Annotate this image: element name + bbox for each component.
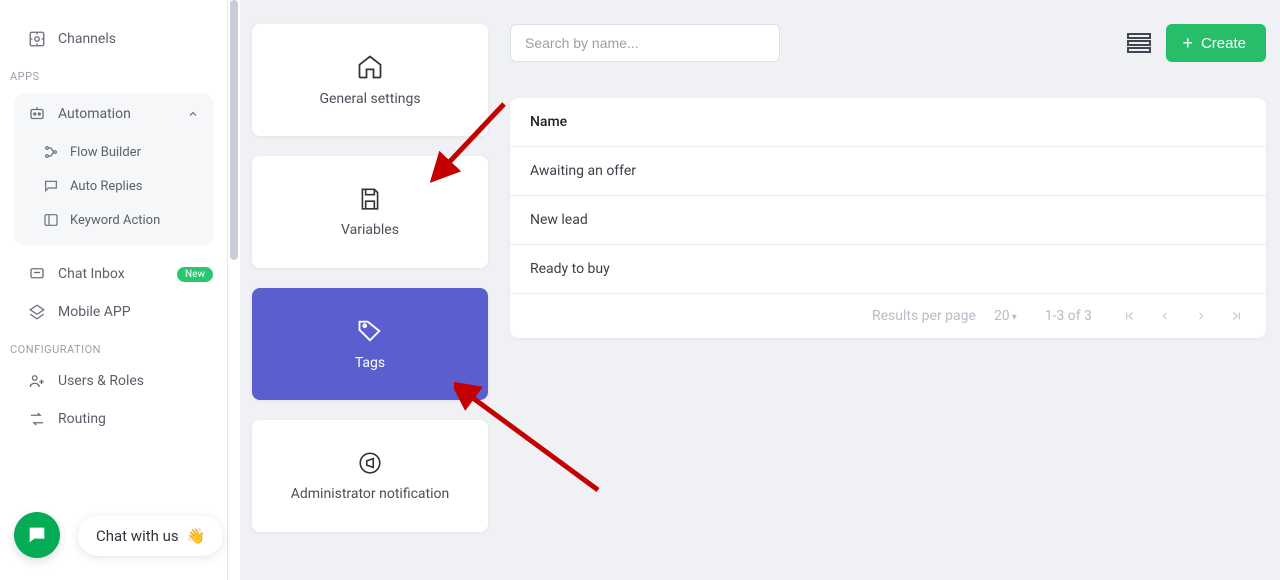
topbar: + Create [510,24,1266,62]
sidebar-item-label: Mobile APP [58,304,131,320]
chat-icon [42,177,60,195]
sidebar-item-label: Routing [58,411,106,427]
card-variables[interactable]: Variables [252,156,488,268]
layout-icon [42,211,60,229]
sidebar-scrollbar[interactable] [228,0,240,580]
section-config-label: CONFIGURATION [0,331,227,362]
last-page-icon [1230,309,1244,323]
sidebar-item-chat-inbox[interactable]: Chat Inbox New [0,255,227,293]
sidebar-item-auto-replies[interactable]: Auto Replies [14,169,213,203]
scrollbar-thumb[interactable] [230,0,238,260]
plus-icon: + [1182,34,1193,52]
tag-icon [356,317,384,345]
page-range: 1-3 of 3 [1045,308,1092,324]
sidebar-item-users-roles[interactable]: Users & Roles [0,362,227,400]
col-name: Name [530,114,567,130]
results-per-page-label: Results per page [872,308,976,324]
table-row[interactable]: New lead [510,196,1266,245]
list-view-toggle[interactable] [1126,30,1152,56]
card-label: Variables [341,222,399,238]
settings-cards: General settings Variables Tags Administ… [252,0,488,552]
card-label: General settings [319,91,420,107]
first-page-button[interactable] [1120,309,1138,323]
cell-name: Ready to buy [530,261,610,277]
cell-name: Awaiting an offer [530,163,636,179]
results-per-page-select[interactable]: 20 [994,308,1017,324]
last-page-button[interactable] [1228,309,1246,323]
tags-table: Name Awaiting an offer New lead Ready to… [510,98,1266,338]
first-page-icon [1122,309,1136,323]
table-row[interactable]: Awaiting an offer [510,147,1266,196]
users-icon [28,372,46,390]
chat-pill-label: Chat with us [96,527,179,545]
mobile-icon [28,303,46,321]
save-icon [357,186,383,212]
card-label: Administrator notification [291,486,449,502]
chat-fab[interactable] [14,512,60,558]
rows-icon [1127,33,1151,53]
chat-bubble-icon [26,524,48,546]
sidebar-item-label: Keyword Action [70,213,160,228]
automation-group: Automation Flow Builder Auto Replies Key… [14,93,213,245]
channels-icon [28,30,46,48]
sidebar-item-label: Automation [58,106,131,122]
section-apps-label: APPS [0,58,227,89]
sidebar-item-label: Users & Roles [58,373,144,389]
card-tags[interactable]: Tags [252,288,488,400]
sidebar-item-keyword-action[interactable]: Keyword Action [14,203,213,237]
table-row[interactable]: Ready to buy [510,245,1266,294]
routing-icon [28,410,46,428]
sidebar-item-label: Chat Inbox [58,266,125,282]
flow-icon [42,143,60,161]
prev-page-button[interactable] [1156,310,1174,322]
inbox-icon [28,265,46,283]
sidebar-item-label: Channels [58,31,116,47]
sidebar-item-label: Flow Builder [70,145,141,160]
search-input[interactable] [510,24,780,62]
chat-with-us-pill[interactable]: Chat with us 👋 [78,516,223,556]
create-label: Create [1201,35,1246,52]
home-icon [356,53,384,81]
table-footer: Results per page 20 1-3 of 3 [510,294,1266,338]
sidebar-item-automation[interactable]: Automation [14,93,213,135]
create-button[interactable]: + Create [1166,24,1266,62]
sidebar-item-routing[interactable]: Routing [0,400,227,438]
next-page-button[interactable] [1192,310,1210,322]
megaphone-icon [357,450,383,476]
sidebar-item-mobile-app[interactable]: Mobile APP [0,293,227,331]
main-panel: + Create Name Awaiting an offer New lead… [510,24,1266,338]
chevron-up-icon [187,108,199,120]
sidebar-item-flow-builder[interactable]: Flow Builder [14,135,213,169]
automation-icon [28,105,46,123]
sidebar-item-channels[interactable]: Channels [0,20,227,58]
chevron-left-icon [1159,310,1171,322]
card-label: Tags [355,355,385,371]
sidebar: Channels APPS Automation Flow Builder Au… [0,0,228,580]
chevron-right-icon [1195,310,1207,322]
new-badge: New [177,267,213,282]
table-header: Name [510,98,1266,147]
card-general-settings[interactable]: General settings [252,24,488,136]
card-admin-notification[interactable]: Administrator notification [252,420,488,532]
wave-emoji-icon: 👋 [187,527,206,545]
cell-name: New lead [530,212,588,228]
sidebar-item-label: Auto Replies [70,179,142,194]
